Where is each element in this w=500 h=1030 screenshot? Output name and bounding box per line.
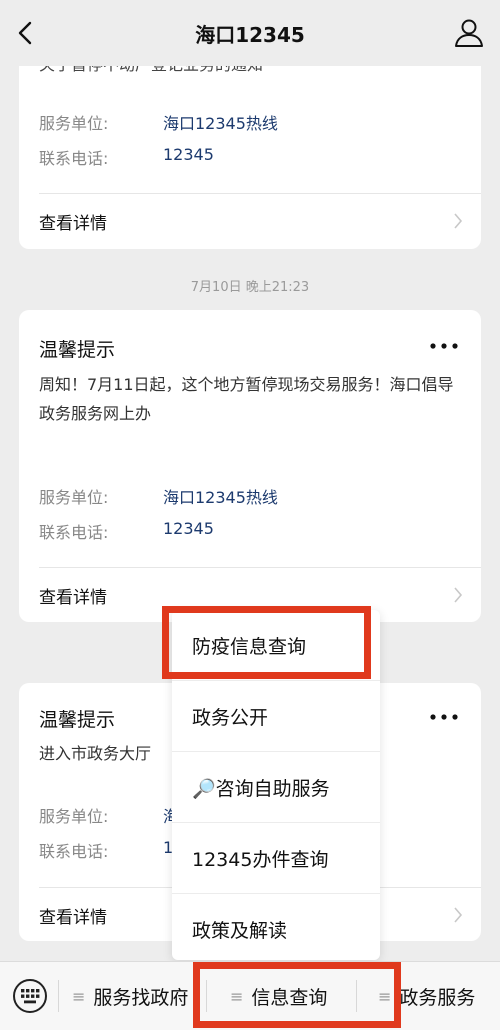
card-title: 温馨提示 <box>39 339 116 361</box>
view-details-label: 查看详情 <box>39 213 107 234</box>
phone-row: 联系电话: 1 <box>39 838 173 862</box>
phone-row: 联系电话: 12345 <box>39 145 214 169</box>
more-options-icon[interactable] <box>429 709 459 725</box>
tab-label: 政务服务 <box>399 987 476 1009</box>
service-unit-label: 服务单位: <box>39 114 109 133</box>
info-query-submenu: 防疫信息查询 政务公开 🔎咨询自助服务 12345办件查询 政策及解读 <box>172 610 380 960</box>
divider <box>58 980 59 1012</box>
message-card-1: 关于暂停不动产登记业务的通知 服务单位: 海口12345热线 联系电话: 123… <box>19 40 481 249</box>
service-unit-row: 服务单位: 海 <box>39 803 179 827</box>
view-details-label: 查看详情 <box>39 907 107 928</box>
service-unit-label: 服务单位: <box>39 488 109 507</box>
divider <box>206 980 207 1012</box>
phone-value: 12345 <box>163 145 214 164</box>
back-arrow-icon[interactable] <box>10 16 44 50</box>
phone-label: 联系电话: <box>39 523 109 542</box>
phone-label: 联系电话: <box>39 842 109 861</box>
card-title: 温馨提示 <box>39 709 116 731</box>
keyboard-icon[interactable] <box>12 978 48 1014</box>
service-unit-label: 服务单位: <box>39 807 109 826</box>
view-details-label: 查看详情 <box>39 587 107 608</box>
menu-lines-icon: ≡ <box>72 987 86 1006</box>
message-timestamp: 7月10日 晚上21:23 <box>190 280 310 295</box>
card-body-text: 周知！7月11日起，这个地方暂停现场交易服务！海口倡导政务服务网上办 <box>39 375 454 423</box>
service-unit-value: 海口12345热线 <box>163 114 278 133</box>
tab-label: 服务找政府 <box>93 987 189 1009</box>
phone-value: 12345 <box>163 519 214 538</box>
message-card-2: 温馨提示 周知！7月11日起，这个地方暂停现场交易服务！海口倡导政务服务网上办 … <box>19 310 481 622</box>
view-details-link[interactable]: 查看详情 <box>19 194 481 248</box>
service-unit-row: 服务单位: 海口12345热线 <box>39 110 278 134</box>
page-title: 海口12345 <box>195 22 305 47</box>
phone-row: 联系电话: 12345 <box>39 519 214 543</box>
menu-lines-icon: ≡ <box>378 987 392 1006</box>
menu-item-consult-self-service[interactable]: 🔎咨询自助服务 <box>172 752 380 822</box>
tab-government-services[interactable]: ≡ 政务服务 <box>378 962 475 1030</box>
service-unit-row: 服务单位: 海口12345热线 <box>39 484 278 508</box>
chevron-right-icon <box>454 907 463 923</box>
tab-info-query[interactable]: ≡ 信息查询 <box>230 962 327 1030</box>
top-bar: 海口12345 <box>0 0 500 66</box>
menu-item-epidemic-info-query[interactable]: 防疫信息查询 <box>172 610 380 680</box>
divider <box>356 980 357 1012</box>
menu-item-policy-interpretation[interactable]: 政策及解读 <box>172 894 380 964</box>
user-profile-icon[interactable] <box>452 16 486 50</box>
menu-item-government-affairs-disclosure[interactable]: 政务公开 <box>172 681 380 751</box>
bottom-menu-bar: ≡ 服务找政府 ≡ 信息查询 ≡ 政务服务 <box>0 961 500 1030</box>
service-unit-value: 海口12345热线 <box>163 488 278 507</box>
tab-label: 信息查询 <box>251 987 328 1009</box>
chevron-right-icon <box>454 587 463 603</box>
menu-item-12345-case-query[interactable]: 12345办件查询 <box>172 823 380 893</box>
more-options-icon[interactable] <box>429 338 459 354</box>
tab-service-find-government[interactable]: ≡ 服务找政府 <box>72 962 188 1030</box>
phone-label: 联系电话: <box>39 149 109 168</box>
menu-lines-icon: ≡ <box>230 987 244 1006</box>
chevron-right-icon <box>454 213 463 229</box>
